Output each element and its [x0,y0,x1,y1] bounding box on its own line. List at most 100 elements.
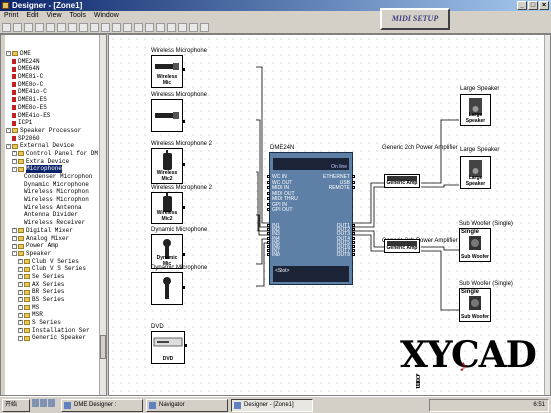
collapse-icon[interactable]: - [6,143,11,149]
dme-port-jack[interactable] [267,191,270,195]
properties-icon[interactable] [189,22,198,32]
tree-item[interactable]: Condenser Microphon [6,173,100,181]
dme-port-jack[interactable] [267,202,270,206]
tree-item[interactable]: + MS [6,304,100,312]
tree-item[interactable]: - External Device [6,142,100,150]
tree-item[interactable]: DME4io-ES [6,112,100,120]
tree-item[interactable]: DME8i-ES [6,96,100,104]
dme-port-jack[interactable] [267,236,270,240]
subwoofer-device[interactable]: Single Sub Woofer [459,228,491,262]
new-icon[interactable] [2,22,11,32]
task-dme-designer[interactable]: DME Designer : [61,398,143,412]
dme-port-jack[interactable] [267,253,270,257]
dme-port-jack[interactable] [352,228,355,232]
dme-port-jack[interactable] [267,249,270,253]
grid-icon[interactable] [156,22,165,32]
tree-item[interactable]: + Club V Series [6,258,100,266]
tree-scroll-thumb[interactable] [100,335,106,359]
expand-icon[interactable]: + [18,258,23,264]
cut-icon[interactable] [35,22,44,32]
expand-icon[interactable]: + [12,228,17,234]
tree-item[interactable]: Wireless Microphon [6,188,100,196]
undo-icon[interactable] [68,22,77,32]
dme-port-jack[interactable] [267,175,270,178]
menu-window[interactable]: Window [90,11,123,21]
tree-item[interactable]: SP2060 [6,135,100,143]
dme-port-jack[interactable] [267,228,270,232]
mic6-out-jack[interactable] [182,286,185,289]
tree-item[interactable]: DME24N [6,58,100,66]
tree-item[interactable]: + Power Amp [6,242,100,250]
dme-port-jack[interactable] [352,253,355,257]
expand-icon[interactable]: + [18,281,23,287]
mic3-out-jack[interactable] [182,163,185,166]
tree-item[interactable]: + BR Series [6,288,100,296]
expand-icon[interactable]: + [18,274,23,280]
large-speaker-device[interactable]: Large Speaker [460,156,491,189]
close-button[interactable]: × [539,1,549,10]
dme-port-jack[interactable] [267,208,270,211]
help-icon[interactable] [200,22,209,32]
tree-item[interactable]: - Speaker [6,250,100,258]
tree-item[interactable]: Wireless Antenna [6,204,100,212]
expand-icon[interactable]: + [12,235,17,241]
expand-icon[interactable]: + [18,305,23,311]
tree-item[interactable]: DME8i-C [6,73,100,81]
dme-port-jack[interactable] [267,240,270,244]
dme-port-jack[interactable] [352,224,355,227]
dynamic-mic-device[interactable]: Dynamic Mic [151,234,185,269]
wire-icon[interactable] [112,22,121,32]
tree-item[interactable]: - Microphone [6,165,100,173]
dme-port-jack[interactable] [352,245,355,248]
tree-item[interactable]: + Digital Mixer [6,227,100,235]
tree-item[interactable]: + Analog Mixer [6,235,100,243]
dme-slot[interactable]: <Slot> [273,266,349,282]
paste-icon[interactable] [57,22,66,32]
dme-port-jack[interactable] [267,180,270,184]
group-icon[interactable] [145,22,154,32]
dme-port-jack[interactable] [267,232,270,236]
mic5-out-jack[interactable] [182,253,185,256]
dme-port-jack[interactable] [352,175,355,178]
redo-icon[interactable] [79,22,88,32]
wireless-mic2-device[interactable]: Wireless Mic2 [151,148,185,184]
wireless-mic-device[interactable]: Wireless Mic [151,55,185,88]
dme-port-jack[interactable] [352,180,355,184]
zoom-in-icon[interactable] [90,22,99,32]
compile-icon[interactable] [167,22,176,32]
dme24n-device[interactable]: DME24N On line WC IN WC OUT MIDI IN MIDI OU… [267,145,355,285]
dme-port-jack[interactable] [352,240,355,244]
tree-item[interactable]: + MSR [6,311,100,319]
dme-port-jack[interactable] [267,186,270,189]
collapse-icon[interactable]: - [6,51,11,57]
expand-icon[interactable]: + [18,320,23,326]
select-icon[interactable] [123,22,132,32]
dme-port-jack[interactable] [267,224,270,227]
tree-item[interactable]: + Installation Ser [6,327,100,335]
expand-icon[interactable]: + [18,312,23,318]
tree-item[interactable]: ICP1 [6,119,100,127]
tree-item[interactable]: - Speaker Processor [6,127,100,135]
menu-print[interactable]: Print [0,11,22,21]
tree-item[interactable]: + Se Series [6,273,100,281]
tree-item[interactable]: Wireless Receiver [6,219,100,227]
collapse-icon[interactable]: - [12,166,17,172]
collapse-icon[interactable]: - [12,251,17,257]
menu-tools[interactable]: Tools [66,11,90,21]
tree-item[interactable]: + Control Panel for DM [6,150,100,158]
wireless-mic2-device[interactable]: Wireless Mic2 [151,192,185,224]
zoom-out-icon[interactable] [101,22,110,32]
minimize-button[interactable]: _ [517,1,527,10]
generic-amp-device[interactable]: Generic Amp [384,174,420,188]
tree-item[interactable]: - DME [6,50,100,58]
dme-port-jack[interactable] [267,197,270,200]
expand-icon[interactable]: + [18,297,23,303]
dme-port-jack[interactable] [267,245,270,248]
wireless-mic-device[interactable] [151,99,185,132]
tree-item[interactable]: DME4io-C [6,88,100,96]
midi-setup-button[interactable]: MIDI SETUP [380,8,450,30]
tree-item[interactable]: DME8o-C [6,81,100,89]
copy-icon[interactable] [46,22,55,32]
dme-port-jack[interactable] [352,236,355,240]
media-icon[interactable] [48,399,55,407]
